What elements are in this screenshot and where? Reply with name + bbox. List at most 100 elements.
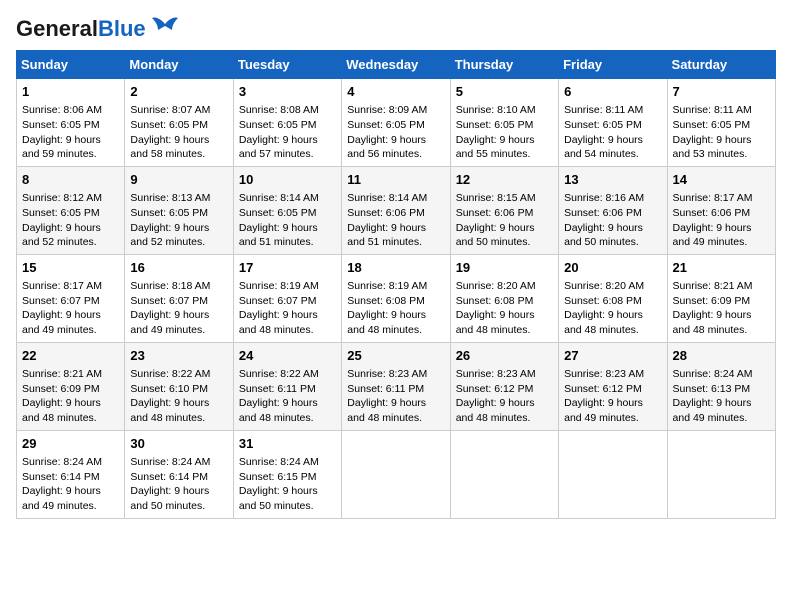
logo-bird-icon — [150, 16, 180, 42]
sunrise-time: Sunrise: 8:21 AM — [673, 280, 753, 292]
calendar-cell: 29 Sunrise: 8:24 AM Sunset: 6:14 PM Dayl… — [17, 430, 125, 518]
sunset-time: Sunset: 6:08 PM — [347, 295, 425, 307]
daylight-hours: Daylight: 9 hours and 54 minutes. — [564, 134, 643, 161]
day-number: 8 — [22, 171, 119, 189]
sunrise-time: Sunrise: 8:23 AM — [456, 368, 536, 380]
calendar-cell: 20 Sunrise: 8:20 AM Sunset: 6:08 PM Dayl… — [559, 254, 667, 342]
day-number: 18 — [347, 259, 444, 277]
sunrise-time: Sunrise: 8:21 AM — [22, 368, 102, 380]
daylight-hours: Daylight: 9 hours and 48 minutes. — [130, 397, 209, 424]
day-number: 26 — [456, 347, 553, 365]
day-number: 5 — [456, 83, 553, 101]
sunset-time: Sunset: 6:13 PM — [673, 383, 751, 395]
day-number: 19 — [456, 259, 553, 277]
calendar-cell: 16 Sunrise: 8:18 AM Sunset: 6:07 PM Dayl… — [125, 254, 233, 342]
calendar-week-4: 22 Sunrise: 8:21 AM Sunset: 6:09 PM Dayl… — [17, 342, 776, 430]
calendar-week-3: 15 Sunrise: 8:17 AM Sunset: 6:07 PM Dayl… — [17, 254, 776, 342]
logo-text: GeneralBlue — [16, 16, 146, 42]
sunset-time: Sunset: 6:05 PM — [564, 119, 642, 131]
day-number: 17 — [239, 259, 336, 277]
sunrise-time: Sunrise: 8:18 AM — [130, 280, 210, 292]
calendar-header-row: SundayMondayTuesdayWednesdayThursdayFrid… — [17, 51, 776, 79]
sunrise-time: Sunrise: 8:24 AM — [22, 456, 102, 468]
daylight-hours: Daylight: 9 hours and 49 minutes. — [673, 397, 752, 424]
day-number: 11 — [347, 171, 444, 189]
calendar-cell: 1 Sunrise: 8:06 AM Sunset: 6:05 PM Dayli… — [17, 79, 125, 167]
sunset-time: Sunset: 6:15 PM — [239, 471, 317, 483]
daylight-hours: Daylight: 9 hours and 53 minutes. — [673, 134, 752, 161]
day-header-monday: Monday — [125, 51, 233, 79]
sunset-time: Sunset: 6:10 PM — [130, 383, 208, 395]
daylight-hours: Daylight: 9 hours and 52 minutes. — [130, 222, 209, 249]
calendar-week-5: 29 Sunrise: 8:24 AM Sunset: 6:14 PM Dayl… — [17, 430, 776, 518]
daylight-hours: Daylight: 9 hours and 48 minutes. — [456, 397, 535, 424]
daylight-hours: Daylight: 9 hours and 49 minutes. — [22, 485, 101, 512]
day-header-friday: Friday — [559, 51, 667, 79]
daylight-hours: Daylight: 9 hours and 51 minutes. — [347, 222, 426, 249]
calendar-cell: 30 Sunrise: 8:24 AM Sunset: 6:14 PM Dayl… — [125, 430, 233, 518]
calendar-cell: 28 Sunrise: 8:24 AM Sunset: 6:13 PM Dayl… — [667, 342, 775, 430]
day-number: 6 — [564, 83, 661, 101]
day-number: 4 — [347, 83, 444, 101]
day-number: 9 — [130, 171, 227, 189]
daylight-hours: Daylight: 9 hours and 50 minutes. — [130, 485, 209, 512]
daylight-hours: Daylight: 9 hours and 50 minutes. — [456, 222, 535, 249]
calendar-week-1: 1 Sunrise: 8:06 AM Sunset: 6:05 PM Dayli… — [17, 79, 776, 167]
sunrise-time: Sunrise: 8:10 AM — [456, 104, 536, 116]
calendar-cell: 31 Sunrise: 8:24 AM Sunset: 6:15 PM Dayl… — [233, 430, 341, 518]
sunrise-time: Sunrise: 8:24 AM — [239, 456, 319, 468]
calendar-cell: 26 Sunrise: 8:23 AM Sunset: 6:12 PM Dayl… — [450, 342, 558, 430]
calendar-cell: 11 Sunrise: 8:14 AM Sunset: 6:06 PM Dayl… — [342, 166, 450, 254]
daylight-hours: Daylight: 9 hours and 59 minutes. — [22, 134, 101, 161]
calendar-cell: 22 Sunrise: 8:21 AM Sunset: 6:09 PM Dayl… — [17, 342, 125, 430]
sunset-time: Sunset: 6:14 PM — [130, 471, 208, 483]
day-number: 3 — [239, 83, 336, 101]
daylight-hours: Daylight: 9 hours and 49 minutes. — [130, 309, 209, 336]
calendar-cell: 18 Sunrise: 8:19 AM Sunset: 6:08 PM Dayl… — [342, 254, 450, 342]
daylight-hours: Daylight: 9 hours and 55 minutes. — [456, 134, 535, 161]
sunrise-time: Sunrise: 8:15 AM — [456, 192, 536, 204]
calendar-cell: 8 Sunrise: 8:12 AM Sunset: 6:05 PM Dayli… — [17, 166, 125, 254]
day-number: 23 — [130, 347, 227, 365]
day-number: 22 — [22, 347, 119, 365]
day-number: 30 — [130, 435, 227, 453]
page-header: GeneralBlue — [16, 16, 776, 42]
day-number: 1 — [22, 83, 119, 101]
day-number: 24 — [239, 347, 336, 365]
daylight-hours: Daylight: 9 hours and 48 minutes. — [564, 309, 643, 336]
calendar-cell — [342, 430, 450, 518]
sunrise-time: Sunrise: 8:17 AM — [673, 192, 753, 204]
calendar-cell: 12 Sunrise: 8:15 AM Sunset: 6:06 PM Dayl… — [450, 166, 558, 254]
sunset-time: Sunset: 6:07 PM — [130, 295, 208, 307]
daylight-hours: Daylight: 9 hours and 49 minutes. — [564, 397, 643, 424]
calendar-cell: 23 Sunrise: 8:22 AM Sunset: 6:10 PM Dayl… — [125, 342, 233, 430]
sunrise-time: Sunrise: 8:11 AM — [673, 104, 752, 116]
calendar-cell: 10 Sunrise: 8:14 AM Sunset: 6:05 PM Dayl… — [233, 166, 341, 254]
calendar-table: SundayMondayTuesdayWednesdayThursdayFrid… — [16, 50, 776, 519]
calendar-cell: 19 Sunrise: 8:20 AM Sunset: 6:08 PM Dayl… — [450, 254, 558, 342]
calendar-cell: 21 Sunrise: 8:21 AM Sunset: 6:09 PM Dayl… — [667, 254, 775, 342]
sunset-time: Sunset: 6:08 PM — [456, 295, 534, 307]
day-header-tuesday: Tuesday — [233, 51, 341, 79]
sunset-time: Sunset: 6:14 PM — [22, 471, 100, 483]
calendar-cell — [559, 430, 667, 518]
sunset-time: Sunset: 6:06 PM — [564, 207, 642, 219]
sunrise-time: Sunrise: 8:07 AM — [130, 104, 210, 116]
sunset-time: Sunset: 6:08 PM — [564, 295, 642, 307]
sunrise-time: Sunrise: 8:23 AM — [564, 368, 644, 380]
sunset-time: Sunset: 6:06 PM — [456, 207, 534, 219]
calendar-cell: 25 Sunrise: 8:23 AM Sunset: 6:11 PM Dayl… — [342, 342, 450, 430]
calendar-cell: 7 Sunrise: 8:11 AM Sunset: 6:05 PM Dayli… — [667, 79, 775, 167]
sunset-time: Sunset: 6:12 PM — [456, 383, 534, 395]
daylight-hours: Daylight: 9 hours and 57 minutes. — [239, 134, 318, 161]
calendar-cell: 17 Sunrise: 8:19 AM Sunset: 6:07 PM Dayl… — [233, 254, 341, 342]
day-number: 7 — [673, 83, 770, 101]
sunset-time: Sunset: 6:06 PM — [347, 207, 425, 219]
daylight-hours: Daylight: 9 hours and 50 minutes. — [239, 485, 318, 512]
day-number: 31 — [239, 435, 336, 453]
day-header-wednesday: Wednesday — [342, 51, 450, 79]
calendar-cell: 15 Sunrise: 8:17 AM Sunset: 6:07 PM Dayl… — [17, 254, 125, 342]
daylight-hours: Daylight: 9 hours and 48 minutes. — [347, 397, 426, 424]
sunset-time: Sunset: 6:05 PM — [239, 119, 317, 131]
sunset-time: Sunset: 6:05 PM — [456, 119, 534, 131]
